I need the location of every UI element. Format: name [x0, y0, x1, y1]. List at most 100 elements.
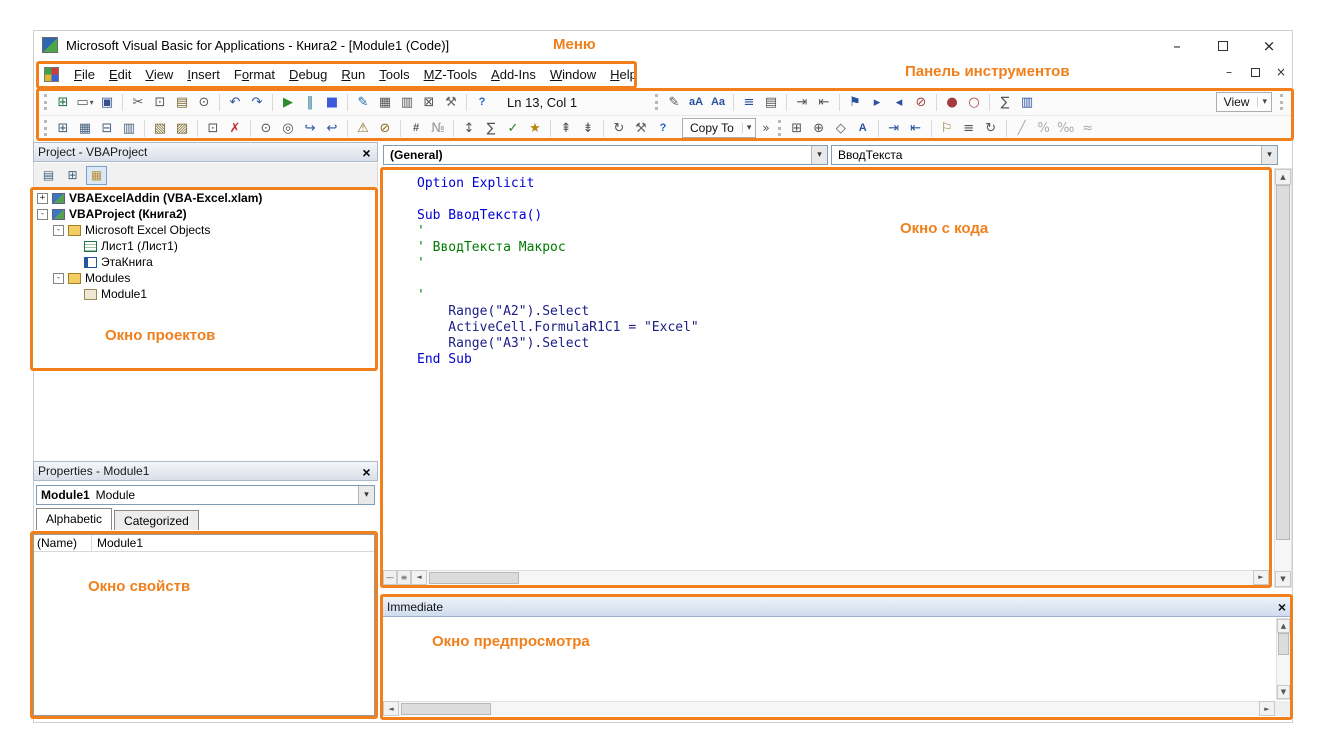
- horizontal-scrollbar[interactable]: [427, 570, 1253, 585]
- paste-icon[interactable]: ▤: [171, 92, 193, 112]
- toolbar-grip[interactable]: [1280, 94, 1283, 110]
- add-line-numbers-icon[interactable]: #: [405, 118, 427, 138]
- previous-bookmark-icon[interactable]: ◂: [888, 92, 910, 112]
- compare-icon[interactable]: ≈: [1077, 118, 1099, 138]
- object-browser-icon[interactable]: ⊠: [418, 92, 440, 112]
- mdi-minimize-button[interactable]: –: [1222, 65, 1236, 79]
- object-dropdown[interactable]: (General) ▾: [383, 145, 828, 165]
- add-error-handler-icon[interactable]: ⚠: [352, 118, 374, 138]
- help-icon[interactable]: ?: [471, 92, 493, 112]
- scroll-right-arrow-icon[interactable]: ►: [1259, 701, 1275, 716]
- edit-procedure-icon[interactable]: ✎: [663, 92, 685, 112]
- scrollbar-thumb[interactable]: [429, 572, 519, 584]
- save-icon[interactable]: ▣: [96, 92, 118, 112]
- view-microsoft-excel-icon[interactable]: ⊞: [52, 92, 74, 112]
- mdi-close-button[interactable]: ×: [1274, 65, 1288, 79]
- menu-item-run[interactable]: Run: [334, 64, 372, 85]
- tree-item-vbaexceladdin-vba-excel-xlam[interactable]: +VBAExcelAddin (VBA-Excel.xlam): [33, 190, 375, 206]
- mdi-restore-button[interactable]: [1248, 65, 1262, 79]
- menu-item-view[interactable]: View: [138, 64, 180, 85]
- immediate-window-header[interactable]: Immediate ×: [383, 597, 1290, 617]
- dropdown-arrow-icon[interactable]: ▾: [358, 486, 374, 504]
- find-references-icon[interactable]: ◎: [277, 118, 299, 138]
- menu-item-add-ins[interactable]: Add-Ins: [484, 64, 543, 85]
- procedure-dropdown[interactable]: ВводТекста ▾: [831, 145, 1278, 165]
- refresh-icon[interactable]: ↻: [980, 118, 1002, 138]
- indent-icon[interactable]: ⇥: [791, 92, 813, 112]
- code-vertical-scrollbar[interactable]: ▲ ▼: [1274, 168, 1292, 588]
- immediate-close-button[interactable]: ×: [1278, 599, 1286, 615]
- toggle-folders-button[interactable]: ▦: [86, 166, 107, 185]
- insert-userform-icon[interactable]: ▭▾: [74, 92, 96, 112]
- maximize-button[interactable]: [1200, 31, 1246, 60]
- redo-icon[interactable]: ↷: [246, 92, 268, 112]
- full-module-view-button[interactable]: ≡: [397, 570, 411, 585]
- uppercase-icon[interactable]: Aa: [707, 92, 729, 112]
- scroll-left-arrow-icon[interactable]: ◄: [411, 570, 427, 585]
- remove-error-handler-icon[interactable]: ⊘: [374, 118, 396, 138]
- list-members-icon[interactable]: ≡: [738, 92, 760, 112]
- list-constants-icon[interactable]: ▤: [760, 92, 782, 112]
- design-grid-icon[interactable]: ⊞: [786, 118, 808, 138]
- divide-icon[interactable]: ╱: [1011, 118, 1033, 138]
- goto-last-position-icon[interactable]: ↩: [321, 118, 343, 138]
- menu-item-insert[interactable]: Insert: [180, 64, 227, 85]
- close-button[interactable]: ×: [1246, 31, 1292, 60]
- code-editor[interactable]: Option Explicit Sub ВводТекста()'' ВводТ…: [383, 170, 1269, 585]
- scrollbar-thumb[interactable]: [401, 703, 491, 715]
- toolbar-grip[interactable]: [44, 94, 47, 110]
- percent-icon[interactable]: %: [1033, 118, 1055, 138]
- scrollbar-thumb[interactable]: [1278, 633, 1289, 655]
- clear-breakpoints-icon[interactable]: ○: [963, 92, 985, 112]
- copy-module-icon[interactable]: ⊡: [202, 118, 224, 138]
- immediate-horizontal-scrollbar[interactable]: ◄ ►: [383, 701, 1275, 716]
- remove-line-numbers-icon[interactable]: №: [427, 118, 449, 138]
- scrollbar-track[interactable]: [1275, 185, 1291, 571]
- immediate-window-body[interactable]: [383, 617, 1290, 701]
- window-list-icon[interactable]: ▥: [1016, 92, 1038, 112]
- menu-item-format[interactable]: Format: [227, 64, 282, 85]
- view-dropdown[interactable]: View ▾: [1216, 92, 1272, 112]
- collapse-minus-icon[interactable]: -: [53, 225, 64, 236]
- scrollbar-track[interactable]: [399, 701, 1259, 716]
- dropdown-arrow-icon[interactable]: ▾: [1261, 146, 1277, 164]
- copy-to-dropdown[interactable]: Copy To ▾: [682, 118, 756, 138]
- goto-definition-icon[interactable]: ↪: [299, 118, 321, 138]
- scrollbar-track[interactable]: [1277, 633, 1290, 685]
- flag-icon[interactable]: ⚐: [936, 118, 958, 138]
- tab-categorized[interactable]: Categorized: [114, 510, 199, 530]
- toolbar-grip[interactable]: [655, 94, 658, 110]
- tree-item-лист1-лист1[interactable]: Лист1 (Лист1): [33, 238, 375, 254]
- toolbar-grip[interactable]: [44, 120, 47, 136]
- properties-panel-header[interactable]: Properties - Module1 ×: [33, 461, 378, 481]
- scroll-left-arrow-icon[interactable]: ◄: [383, 701, 399, 716]
- tree-item-modules[interactable]: -Modules: [33, 270, 375, 286]
- menu-item-help[interactable]: Help: [603, 64, 644, 85]
- new-macro-icon[interactable]: ▧: [149, 118, 171, 138]
- minimize-button[interactable]: –: [1154, 31, 1200, 60]
- insert-header-icon[interactable]: ⊟: [96, 118, 118, 138]
- tree-item-module1[interactable]: Module1: [33, 286, 375, 302]
- clear-bookmarks-icon[interactable]: ⊘: [910, 92, 932, 112]
- copy-macro-icon[interactable]: ▨: [171, 118, 193, 138]
- menu-item-debug[interactable]: Debug: [282, 64, 334, 85]
- lowercase-icon[interactable]: aA: [685, 92, 707, 112]
- move-down-icon[interactable]: ⇟: [577, 118, 599, 138]
- properties-window-icon[interactable]: ▥: [396, 92, 418, 112]
- menu-item-tools[interactable]: Tools: [372, 64, 416, 85]
- expand-plus-icon[interactable]: +: [37, 193, 48, 204]
- tree-item-microsoft-excel-objects[interactable]: -Microsoft Excel Objects: [33, 222, 375, 238]
- outdent-icon[interactable]: ⇤: [813, 92, 835, 112]
- properties-object-dropdown[interactable]: Module1 Module ▾: [36, 485, 375, 505]
- scrollbar-thumb[interactable]: [1276, 185, 1290, 540]
- tab-alphabetic[interactable]: Alphabetic: [36, 508, 112, 530]
- review-code-icon[interactable]: ✓: [502, 118, 524, 138]
- copy-icon[interactable]: ⊡: [149, 92, 171, 112]
- draw-shape-icon[interactable]: ◇: [830, 118, 852, 138]
- menu-item-edit[interactable]: Edit: [102, 64, 138, 85]
- toggle-breakpoint-icon[interactable]: ●: [941, 92, 963, 112]
- favorites-icon[interactable]: ★: [524, 118, 546, 138]
- sum-icon[interactable]: ∑: [994, 92, 1016, 112]
- design-mode-icon[interactable]: ✎: [352, 92, 374, 112]
- scroll-down-arrow-icon[interactable]: ▼: [1277, 685, 1290, 699]
